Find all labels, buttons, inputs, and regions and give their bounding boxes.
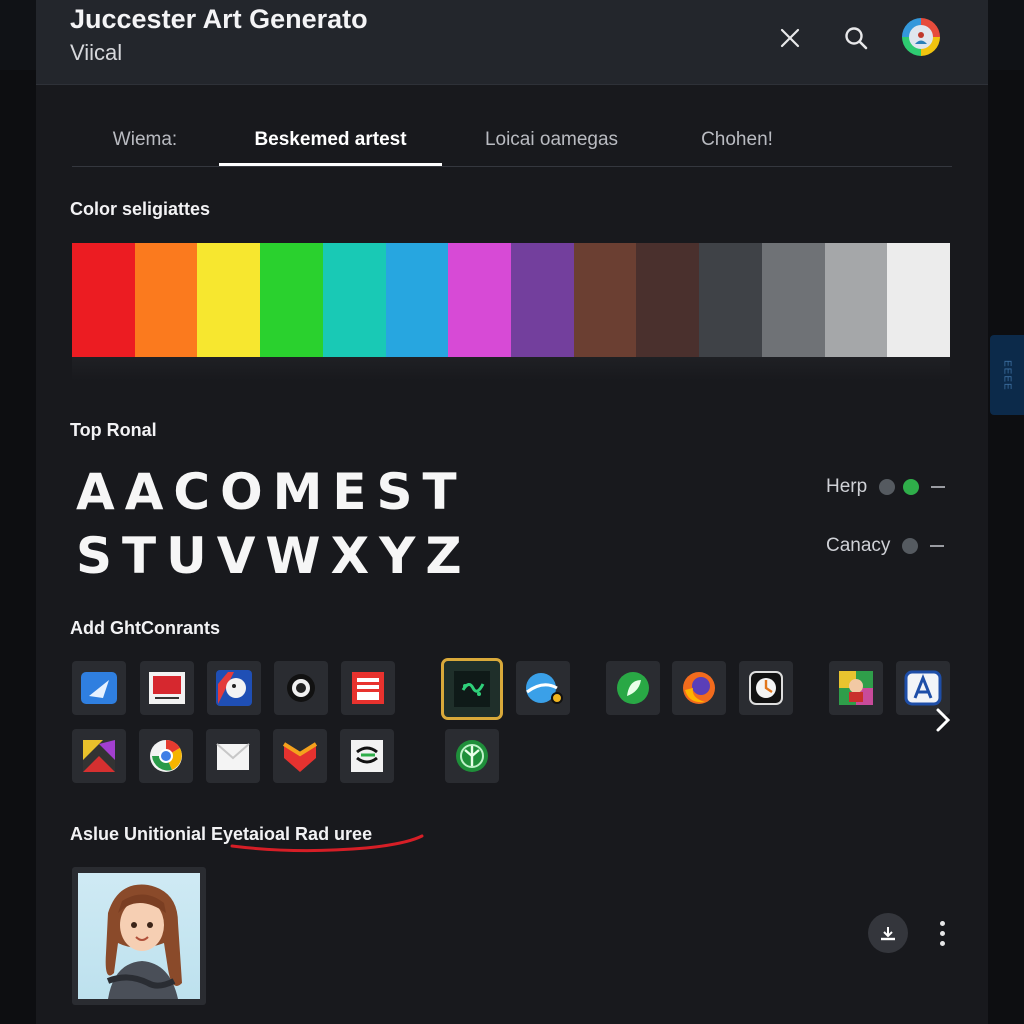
- color-swatch[interactable]: [699, 243, 762, 357]
- close-icon: [780, 28, 800, 48]
- side-drawer-tab[interactable]: ЕЕЕЕ: [990, 335, 1024, 415]
- app-tile-spark-logo[interactable]: [340, 729, 394, 783]
- font-preview[interactable]: AACOMEST STUVWXYZ: [76, 460, 472, 588]
- app-tile-image-frame[interactable]: [140, 661, 194, 715]
- chevron-shield-icon: [282, 742, 318, 772]
- app-tile-green-leaf[interactable]: [606, 661, 660, 715]
- art-generator-panel: Juccester Art Generato Viical Wiema: Bes…: [36, 0, 988, 1024]
- app-tile-clock-badge[interactable]: [739, 661, 793, 715]
- green-tree-icon: [456, 740, 488, 772]
- account-avatar[interactable]: [902, 18, 940, 56]
- next-page-button[interactable]: [928, 700, 958, 740]
- close-button[interactable]: [770, 18, 810, 58]
- font-option-herp[interactable]: Herp: [826, 472, 946, 502]
- font-option-label: Canacy: [826, 535, 891, 556]
- font-option-canacy[interactable]: Canacy: [826, 531, 945, 561]
- color-swatch[interactable]: [636, 243, 700, 357]
- spark-logo-icon: [351, 740, 383, 772]
- palette-section-title: Color seligiattes: [70, 199, 211, 219]
- circuit-chip-icon: [454, 671, 490, 707]
- app-tile-camera-lens[interactable]: [274, 661, 328, 715]
- app-tile-chevron-shield[interactable]: [273, 729, 327, 783]
- dropdown-dash-icon: [930, 545, 945, 547]
- download-icon: [881, 927, 895, 941]
- tab-loicai-oamegas[interactable]: Loicai oamegas: [464, 116, 639, 164]
- status-dot-icon: [903, 479, 920, 495]
- app-tile-green-tree[interactable]: [445, 729, 499, 783]
- palette-shadow: [72, 357, 950, 381]
- search-button[interactable]: [836, 18, 876, 58]
- apps-section-title: Add GhtConrants: [70, 618, 220, 638]
- globe-swoosh-icon: [526, 673, 563, 704]
- download-button[interactable]: [868, 913, 908, 953]
- paper-plane-icon: [81, 672, 117, 704]
- app-tile-face-logo[interactable]: [207, 661, 261, 715]
- app-tile-document-stack[interactable]: [341, 661, 395, 715]
- firefox-icon: [683, 672, 715, 704]
- font-preview-line-2: STUVWXYZ: [76, 527, 472, 585]
- tab-beskemed-artest[interactable]: Beskemed artest: [219, 116, 442, 166]
- font-preview-line-1: AACOMEST: [76, 463, 467, 521]
- panel-header: Juccester Art Generato Viical: [36, 0, 988, 85]
- envelope-icon: [216, 743, 250, 770]
- more-vertical-icon: [939, 920, 945, 926]
- color-swatch[interactable]: [448, 243, 512, 357]
- green-leaf-icon: [617, 672, 649, 704]
- clock-badge-icon: [749, 671, 783, 705]
- color-swatch[interactable]: [134, 243, 198, 357]
- font-option-label: Herp: [826, 476, 868, 497]
- app-tile-paper-plane[interactable]: [72, 661, 126, 715]
- face-logo-icon: [216, 670, 252, 706]
- app-tile-circuit-chip[interactable]: [441, 658, 503, 720]
- tab-chohen[interactable]: Chohen!: [672, 116, 802, 164]
- more-options-button[interactable]: [930, 913, 954, 953]
- color-swatch[interactable]: [511, 243, 574, 357]
- chevron-right-icon: [936, 708, 951, 732]
- status-dot-icon: [902, 538, 919, 554]
- photo-collage-icon: [83, 740, 115, 772]
- app-tile-envelope[interactable]: [206, 729, 260, 783]
- app-tile-firefox[interactable]: [672, 661, 726, 715]
- document-stack-icon: [352, 672, 384, 704]
- user-avatar-icon: [909, 25, 933, 49]
- chrome-icon: [150, 739, 182, 772]
- tab-wiema[interactable]: Wiema:: [72, 116, 218, 164]
- generated-image-thumbnail[interactable]: [72, 867, 206, 1005]
- dropdown-dash-icon: [931, 486, 946, 488]
- color-swatch[interactable]: [761, 243, 825, 357]
- app-tile-character-portrait[interactable]: [829, 661, 883, 715]
- character-illustration: [78, 873, 200, 999]
- color-swatch[interactable]: [322, 243, 386, 357]
- color-swatch[interactable]: [573, 243, 637, 357]
- color-swatch[interactable]: [260, 243, 323, 357]
- font-section-title: Top Ronal: [70, 420, 157, 440]
- app-tile-chrome[interactable]: [139, 729, 193, 783]
- color-swatch[interactable]: [197, 243, 261, 357]
- tab-bar: Wiema: Beskemed artest Loicai oamegas Ch…: [72, 116, 952, 167]
- character-portrait-icon: [839, 671, 873, 705]
- camera-lens-icon: [287, 674, 315, 702]
- app-icon-grid: [72, 658, 952, 787]
- app-title: Juccester Art Generato: [70, 4, 368, 34]
- status-dot-icon: [879, 479, 896, 495]
- color-swatch[interactable]: [824, 243, 888, 357]
- handwritten-underline: [230, 834, 424, 853]
- app-tile-photo-collage[interactable]: [72, 729, 126, 783]
- image-frame-icon: [149, 672, 185, 704]
- app-tile-globe-swoosh[interactable]: [516, 661, 570, 715]
- color-palette: [72, 243, 951, 357]
- search-icon: [845, 27, 868, 50]
- app-subtitle: Viical: [70, 40, 123, 65]
- color-swatch[interactable]: [72, 243, 135, 357]
- color-swatch[interactable]: [385, 243, 449, 357]
- color-swatch[interactable]: [887, 243, 951, 357]
